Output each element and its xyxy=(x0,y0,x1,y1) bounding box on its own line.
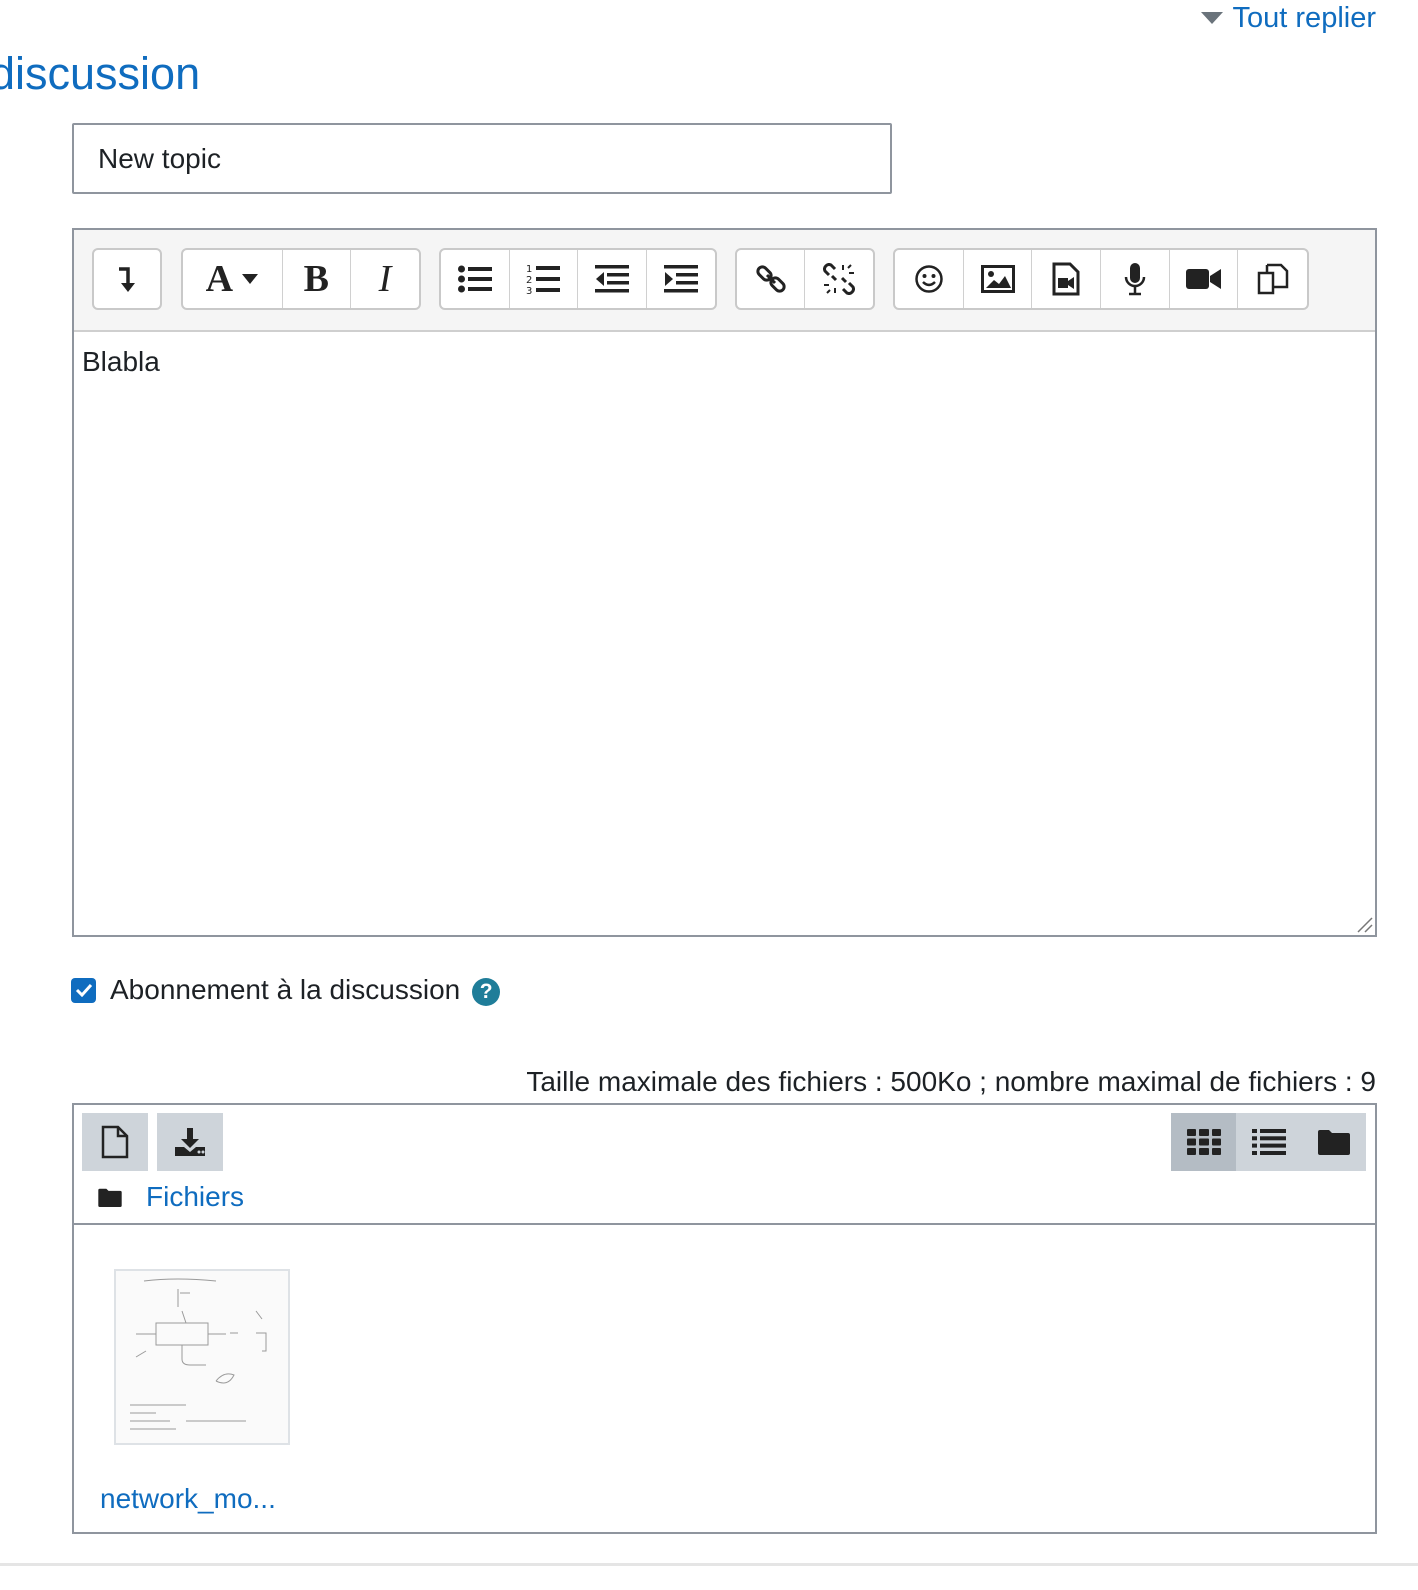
collapse-all-label: Tout replier xyxy=(1232,1,1376,34)
view-tree-button[interactable] xyxy=(1301,1113,1366,1171)
image-icon xyxy=(980,265,1015,293)
font-icon: A xyxy=(205,258,234,300)
file-path: Fichiers xyxy=(98,1181,244,1213)
list-ul-icon xyxy=(457,265,492,293)
smile-icon xyxy=(915,265,943,293)
section-title: discussion xyxy=(0,48,201,99)
file-manager-header: Fichiers xyxy=(74,1105,1375,1225)
level-down-icon xyxy=(119,267,135,292)
subscribe-checkbox[interactable] xyxy=(71,977,96,1003)
italic-button[interactable]: I xyxy=(351,250,419,308)
list-icon xyxy=(1251,1129,1286,1155)
microphone-icon xyxy=(1124,263,1146,296)
italic-icon: I xyxy=(378,258,392,300)
file-name[interactable]: network_mo... xyxy=(100,1483,276,1515)
toolbar-group-links xyxy=(735,248,875,310)
view-switcher xyxy=(1171,1113,1366,1171)
add-file-button[interactable] xyxy=(82,1113,148,1171)
record-audio-button[interactable] xyxy=(1101,250,1170,308)
unlink-button[interactable] xyxy=(805,250,873,308)
help-icon[interactable]: ? xyxy=(472,978,501,1006)
ordered-list-button[interactable]: 123 xyxy=(510,250,578,308)
toolbar-group-collapse xyxy=(92,248,162,310)
download-all-button[interactable] xyxy=(157,1113,223,1171)
check-icon xyxy=(75,983,92,997)
indent-icon xyxy=(663,265,698,293)
outdent-button[interactable] xyxy=(578,250,647,308)
grid-icon xyxy=(1186,1129,1221,1155)
link-icon xyxy=(755,265,786,293)
unlink-icon xyxy=(823,263,855,295)
collapse-all-link[interactable]: Tout replier xyxy=(1200,0,1376,36)
view-list-button[interactable] xyxy=(1236,1113,1301,1171)
file-video-icon xyxy=(1052,262,1080,296)
editor-content[interactable]: Blabla xyxy=(74,332,1375,392)
show-more-buttons[interactable] xyxy=(94,250,160,308)
paragraph-styles-button[interactable]: A xyxy=(183,250,283,308)
toolbar-group-media xyxy=(893,248,1309,310)
path-fichiers[interactable]: Fichiers xyxy=(146,1181,244,1213)
toolbar-group-style: A B I xyxy=(181,248,421,310)
file-limits: Taille maximale des fichiers : 500Ko ; n… xyxy=(526,1066,1376,1097)
sketch-image-icon xyxy=(130,1278,267,1430)
indent-button[interactable] xyxy=(647,250,716,308)
caret-down-icon xyxy=(1200,12,1223,24)
svg-text:1: 1 xyxy=(526,264,532,275)
link-button[interactable] xyxy=(737,250,805,308)
subject-input[interactable] xyxy=(72,123,892,194)
emoji-button[interactable] xyxy=(895,250,964,308)
video-camera-icon xyxy=(1185,269,1221,289)
toolbar-group-lists: 123 xyxy=(439,248,717,310)
view-icons-button[interactable] xyxy=(1171,1113,1236,1171)
bold-icon: B xyxy=(303,258,329,300)
media-button[interactable] xyxy=(1032,250,1102,308)
manage-files-button[interactable] xyxy=(1238,250,1307,308)
record-video-button[interactable] xyxy=(1170,250,1239,308)
caret-down-icon xyxy=(242,274,259,284)
folder-icon xyxy=(1317,1130,1350,1155)
subscribe-label[interactable]: Abonnement à la discussion xyxy=(110,974,460,1006)
outdent-icon xyxy=(594,265,629,293)
file-thumbnail[interactable] xyxy=(114,1269,290,1445)
copy-files-icon xyxy=(1257,263,1288,295)
svg-text:3: 3 xyxy=(526,286,532,295)
list-ol-icon: 123 xyxy=(526,264,561,295)
folder-icon xyxy=(98,1188,122,1207)
image-button[interactable] xyxy=(964,250,1033,308)
bold-button[interactable]: B xyxy=(283,250,351,308)
resize-handle-icon[interactable] xyxy=(1355,915,1373,933)
unordered-list-button[interactable] xyxy=(441,250,510,308)
svg-text:2: 2 xyxy=(526,275,532,286)
subscribe-row: Abonnement à la discussion ? xyxy=(71,974,501,1006)
file-manager: Fichiers network_mo... xyxy=(72,1103,1377,1534)
download-icon xyxy=(175,1128,205,1156)
message-editor: A B I 123 Blabla xyxy=(72,228,1377,937)
editor-toolbar: A B I 123 xyxy=(74,230,1375,332)
divider xyxy=(0,1563,1418,1566)
file-icon xyxy=(101,1125,129,1159)
